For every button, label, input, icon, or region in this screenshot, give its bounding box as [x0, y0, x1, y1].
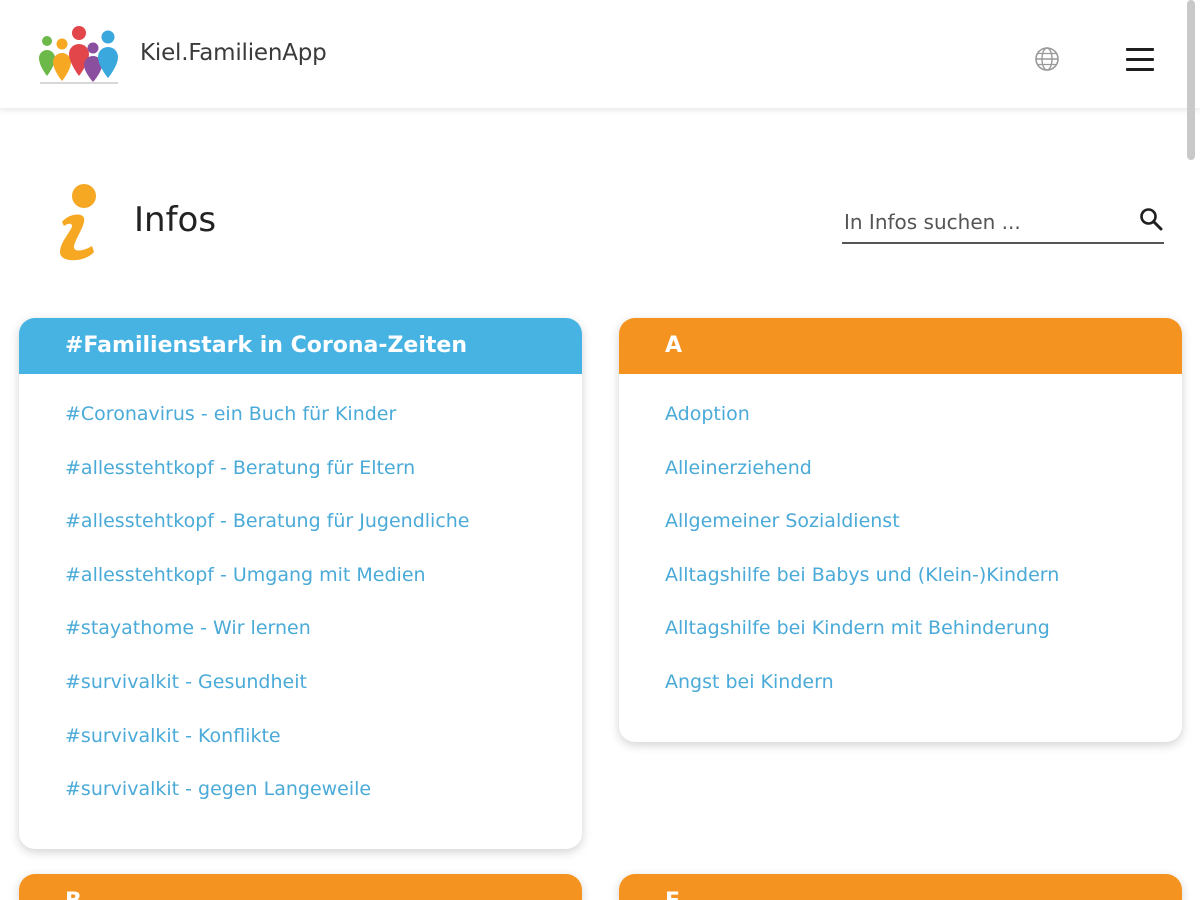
app-header: Kiel.FamilienApp [0, 0, 1200, 108]
info-link[interactable]: #survivalkit - gegen Langeweile [65, 777, 582, 831]
hamburger-menu-icon[interactable] [1126, 48, 1154, 72]
info-link[interactable]: #Coronavirus - ein Buch für Kinder [65, 402, 582, 456]
category-card-corona: #Familienstark in Corona-Zeiten #Coronav… [19, 318, 582, 849]
search-input[interactable] [842, 204, 1136, 240]
card-header[interactable]: A [619, 318, 1182, 374]
globe-icon[interactable] [1034, 46, 1060, 72]
info-icon [60, 184, 96, 261]
card-header[interactable]: E [619, 874, 1182, 900]
category-card-b: B [19, 874, 582, 900]
category-card-e: E [619, 874, 1182, 900]
people-logo[interactable] [36, 24, 124, 86]
app-title[interactable]: Kiel.FamilienApp [140, 40, 327, 66]
info-link[interactable]: #stayathome - Wir lernen [65, 616, 582, 670]
info-link[interactable]: #allesstehtkopf - Beratung für Eltern [65, 456, 582, 510]
info-link[interactable]: Allgemeiner Sozialdienst [665, 509, 1182, 563]
info-link[interactable]: Adoption [665, 402, 1182, 456]
info-link[interactable]: #allesstehtkopf - Beratung für Jugendlic… [65, 509, 582, 563]
info-link[interactable]: Alltagshilfe bei Kindern mit Behinderung [665, 616, 1182, 670]
info-link[interactable]: #allesstehtkopf - Umgang mit Medien [65, 563, 582, 617]
menu-bar [1126, 48, 1154, 51]
menu-bar [1126, 58, 1154, 61]
search-bar [842, 202, 1164, 244]
info-link[interactable]: #survivalkit - Gesundheit [65, 670, 582, 724]
info-link[interactable]: Angst bei Kindern [665, 670, 1182, 724]
info-link[interactable]: #survivalkit - Konflikte [65, 724, 582, 778]
search-icon[interactable] [1138, 206, 1164, 232]
info-link[interactable]: Alleinerziehend [665, 456, 1182, 510]
card-link-list: Adoption Alleinerziehend Allgemeiner Soz… [619, 374, 1182, 724]
menu-bar [1126, 68, 1154, 71]
info-link[interactable]: Alltagshilfe bei Babys und (Klein-)Kinde… [665, 563, 1182, 617]
card-header[interactable]: B [19, 874, 582, 900]
page-title: Infos [134, 200, 217, 240]
scrollbar-thumb[interactable] [1187, 0, 1195, 160]
category-card-a: A Adoption Alleinerziehend Allgemeiner S… [619, 318, 1182, 742]
card-header[interactable]: #Familienstark in Corona-Zeiten [19, 318, 582, 374]
card-link-list: #Coronavirus - ein Buch für Kinder #alle… [19, 374, 582, 831]
